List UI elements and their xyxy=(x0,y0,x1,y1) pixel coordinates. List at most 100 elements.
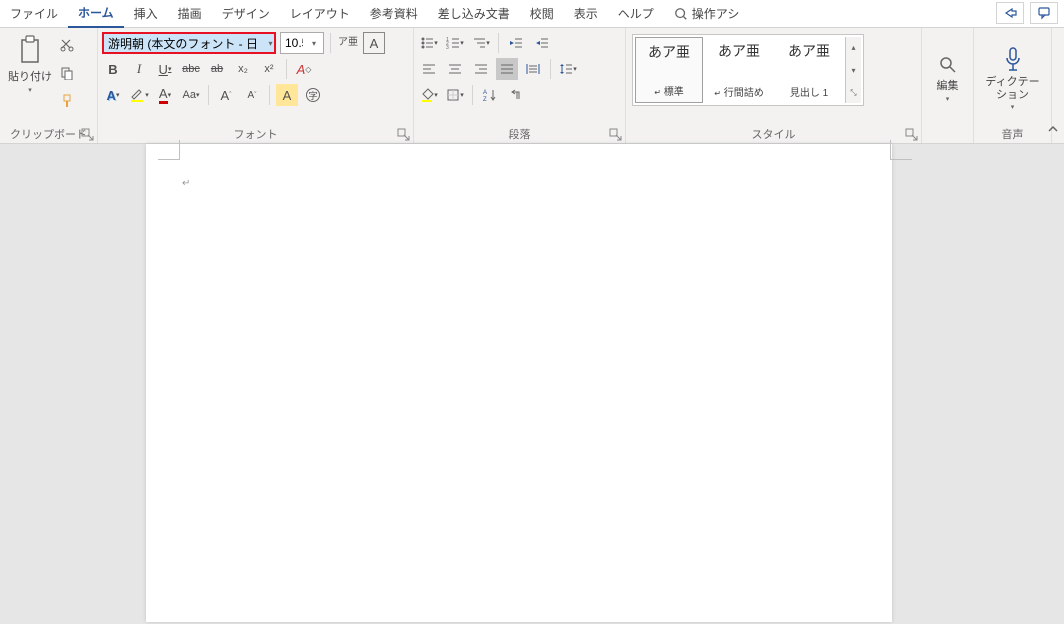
share-button[interactable] xyxy=(996,2,1024,24)
grow-font-button[interactable]: Aˆ xyxy=(215,84,237,106)
superscript-button[interactable]: x² xyxy=(258,58,280,80)
borders-button[interactable]: ▾ xyxy=(444,84,466,106)
style-gallery-controls: ▴ ▾ ⤡ xyxy=(845,37,861,103)
style-nospacing[interactable]: あア亜 ↵ 行間詰め xyxy=(705,37,773,103)
cut-button[interactable] xyxy=(56,34,78,56)
align-center-button[interactable] xyxy=(444,58,466,80)
change-case-button[interactable]: Aa▾ xyxy=(180,84,202,106)
char-border-button[interactable]: A xyxy=(363,32,385,54)
align-right-button[interactable] xyxy=(470,58,492,80)
paragraph-launcher-icon[interactable] xyxy=(609,128,623,142)
tab-design[interactable]: デザイン xyxy=(212,0,280,28)
font-size-input[interactable] xyxy=(281,33,307,53)
font-size-combo[interactable]: ▾ xyxy=(280,32,324,54)
sort-icon: AZ xyxy=(483,88,497,102)
font-family-dropdown[interactable]: ▾ xyxy=(267,33,274,53)
style-gallery[interactable]: あア亜 ↵ 標準 あア亜 ↵ 行間詰め あア亜 見出し 1 ▴ ▾ ⤡ xyxy=(632,34,864,106)
svg-text:3: 3 xyxy=(446,45,449,50)
group-voice: ディクテーション ▾ 音声 xyxy=(974,28,1052,143)
paragraph-mark: ↵ xyxy=(182,178,190,189)
comment-icon xyxy=(1037,6,1051,20)
style-scroll-up[interactable]: ▴ xyxy=(846,37,861,57)
bullets-button[interactable]: ▾ xyxy=(418,32,440,54)
paste-label: 貼り付け xyxy=(8,68,52,84)
margin-corner-tr xyxy=(890,140,912,160)
document-area[interactable]: ↵ xyxy=(10,144,1046,624)
sort-button[interactable]: AZ xyxy=(479,84,501,106)
align-right-icon xyxy=(474,62,488,76)
collapse-ribbon-button[interactable] xyxy=(1046,122,1060,141)
align-left-icon xyxy=(422,62,436,76)
underline-button[interactable]: U▾ xyxy=(154,58,176,80)
numbering-button[interactable]: 123▾ xyxy=(444,32,466,54)
clipboard-launcher-icon[interactable] xyxy=(81,128,95,142)
tell-me[interactable]: 操作アシ xyxy=(664,0,750,28)
font-launcher-icon[interactable] xyxy=(397,128,411,142)
text-effects-button[interactable]: A▾ xyxy=(102,84,124,106)
svg-text:A: A xyxy=(483,90,487,96)
comments-button[interactable] xyxy=(1030,2,1058,24)
font-color-button[interactable]: A▾ xyxy=(154,84,176,106)
copy-button[interactable] xyxy=(56,62,78,84)
char-shading-button[interactable]: A xyxy=(276,84,298,106)
shading-button[interactable]: ▾ xyxy=(418,84,440,106)
font-family-input[interactable] xyxy=(104,34,267,52)
bold-button[interactable]: B xyxy=(102,58,124,80)
distribute-button[interactable] xyxy=(522,58,544,80)
ribbon: 貼り付け ▾ クリップボード ▾ xyxy=(0,28,1064,144)
tab-mailings[interactable]: 差し込み文書 xyxy=(428,0,520,28)
mic-icon xyxy=(1002,46,1024,74)
dstrike-button[interactable]: ab xyxy=(206,58,228,80)
find-button[interactable]: 編集 ▾ xyxy=(933,53,963,105)
tab-home[interactable]: ホーム xyxy=(68,0,124,28)
pilcrow-icon xyxy=(509,88,523,102)
font-size-dropdown[interactable]: ▾ xyxy=(307,33,321,53)
font-family-combo[interactable]: ▾ xyxy=(102,32,276,54)
borders-icon xyxy=(446,88,460,102)
group-paragraph: ▾ 123▾ ▾ ▾ ▾ ▾ xyxy=(414,28,626,143)
strike-button[interactable]: abc xyxy=(180,58,202,80)
group-editing: 編集 ▾ xyxy=(922,28,974,143)
tab-view[interactable]: 表示 xyxy=(564,0,608,28)
multilevel-button[interactable]: ▾ xyxy=(470,32,492,54)
subscript-button[interactable]: x₂ xyxy=(232,58,254,80)
page[interactable]: ↵ xyxy=(146,144,892,622)
justify-button[interactable] xyxy=(496,58,518,80)
show-marks-button[interactable] xyxy=(505,84,527,106)
phonetic-guide-button[interactable]: ア亜 xyxy=(337,32,359,54)
enclose-char-button[interactable]: 字 xyxy=(302,84,324,106)
find-icon xyxy=(938,55,958,75)
format-painter-button[interactable] xyxy=(56,90,78,112)
distribute-icon xyxy=(526,62,540,76)
outdent-button[interactable] xyxy=(505,32,527,54)
tab-file[interactable]: ファイル xyxy=(0,0,68,28)
tab-review[interactable]: 校閲 xyxy=(520,0,564,28)
styles-label: スタイル xyxy=(752,126,796,142)
paste-dropdown[interactable]: ▾ xyxy=(28,86,32,94)
bucket-icon xyxy=(420,88,434,102)
paragraph-label: 段落 xyxy=(509,126,531,142)
indent-button[interactable] xyxy=(531,32,553,54)
multilevel-icon xyxy=(472,36,486,50)
tab-insert[interactable]: 挿入 xyxy=(124,0,168,28)
highlight-button[interactable]: ▾ xyxy=(128,84,150,106)
paste-button[interactable]: 貼り付け ▾ xyxy=(4,32,56,125)
bullets-icon xyxy=(420,36,434,50)
style-normal[interactable]: あア亜 ↵ 標準 xyxy=(635,37,703,103)
shrink-font-button[interactable]: Aˇ xyxy=(241,84,263,106)
tab-help[interactable]: ヘルプ xyxy=(608,0,664,28)
style-heading1[interactable]: あア亜 見出し 1 xyxy=(775,37,843,103)
tab-references[interactable]: 参考資料 xyxy=(360,0,428,28)
italic-button[interactable]: I xyxy=(128,58,150,80)
dictate-button[interactable]: ディクテーション ▾ xyxy=(978,44,1047,112)
line-spacing-button[interactable]: ▾ xyxy=(557,58,579,80)
scissors-icon xyxy=(60,38,74,52)
font-label: フォント xyxy=(234,126,278,142)
style-expand[interactable]: ⤡ xyxy=(846,83,861,103)
tab-draw[interactable]: 描画 xyxy=(168,0,212,28)
indent-icon xyxy=(535,36,549,50)
style-scroll-down[interactable]: ▾ xyxy=(846,60,861,80)
align-left-button[interactable] xyxy=(418,58,440,80)
clear-format-button[interactable]: A◇ xyxy=(293,58,315,80)
tab-layout[interactable]: レイアウト xyxy=(280,0,360,28)
